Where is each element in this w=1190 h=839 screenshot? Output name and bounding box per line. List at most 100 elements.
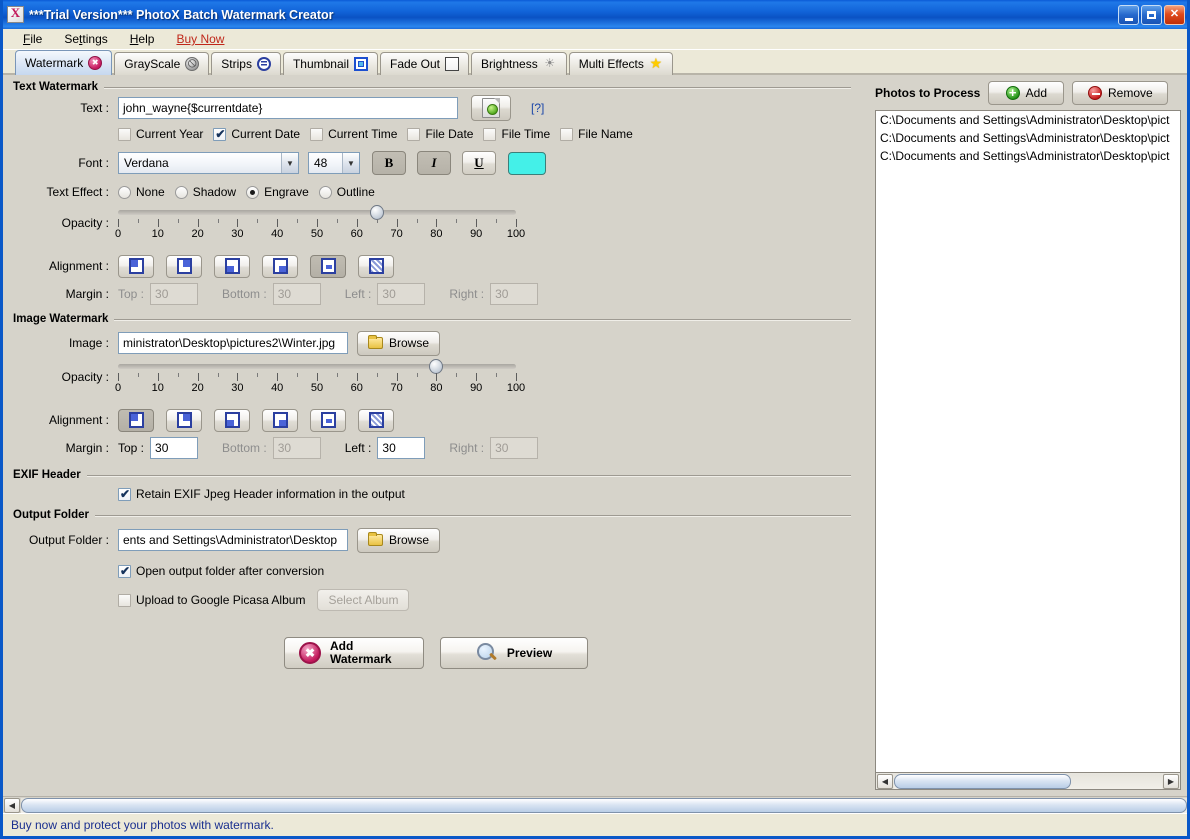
list-item[interactable]: C:\Documents and Settings\Administrator\… — [876, 129, 1180, 147]
slider-tick-label: 20 — [191, 228, 204, 240]
slider-tick-label: 90 — [470, 382, 483, 394]
add-photos-button[interactable]: Add — [988, 81, 1065, 105]
image-margin-right-input[interactable]: 30 — [490, 437, 539, 459]
tab-multi-effects[interactable]: Multi Effects — [568, 52, 673, 75]
slider-tick-label: 40 — [271, 228, 284, 240]
tab-brightness[interactable]: Brightness — [471, 52, 567, 75]
image-align-center-button[interactable] — [310, 408, 346, 432]
image-margin-top-input[interactable]: 30 — [150, 437, 199, 459]
checkbox-upload-picasa[interactable]: Upload to Google Picasa Album — [118, 593, 305, 607]
preview-button[interactable]: Preview — [440, 637, 588, 669]
image-margin-left-input[interactable]: 30 — [377, 437, 426, 459]
image-margin-bottom-input[interactable]: 30 — [272, 437, 321, 459]
tab-watermark[interactable]: Watermark — [15, 50, 113, 75]
image-align-top-left-button[interactable] — [118, 408, 154, 432]
radio-effect-none[interactable]: None — [118, 185, 165, 199]
menu-item-settings[interactable]: Settings — [54, 30, 117, 48]
checkbox-current-year[interactable]: Current Year — [118, 127, 203, 141]
menu-item-buy-now[interactable]: Buy Now — [166, 30, 234, 48]
photos-list[interactable]: C:\Documents and Settings\Administrator\… — [875, 110, 1181, 773]
scrollbar-trough[interactable] — [21, 797, 1187, 813]
slider-tick-label: 20 — [191, 382, 204, 394]
scroll-left-arrow-icon[interactable]: ◀ — [877, 773, 893, 789]
list-item[interactable]: C:\Documents and Settings\Administrator\… — [876, 147, 1180, 165]
add-icon — [1005, 86, 1020, 100]
slider-tick-labels: 0 10 20 30 40 50 60 70 80 90 100 — [115, 228, 525, 242]
scroll-left-arrow-icon[interactable]: ◀ — [4, 797, 20, 813]
text-alignment-label: Alignment : — [48, 259, 109, 273]
align-top-left-button[interactable] — [118, 254, 154, 278]
menu-item-help[interactable]: Help — [120, 30, 165, 48]
align-tile-icon — [368, 258, 384, 274]
checkbox-retain-exif[interactable]: Retain EXIF Jpeg Header information in t… — [118, 487, 405, 501]
image-align-bottom-left-button[interactable] — [214, 408, 250, 432]
chevron-down-icon: ▼ — [342, 153, 359, 173]
sad-face-icon — [88, 56, 103, 70]
image-browse-button[interactable]: Browse — [357, 330, 441, 356]
font-size-select[interactable]: 48 ▼ — [308, 152, 360, 174]
radio-effect-outline[interactable]: Outline — [318, 185, 375, 199]
maximize-button[interactable] — [1141, 4, 1162, 25]
image-align-bottom-right-button[interactable] — [262, 408, 298, 432]
align-tile-button[interactable] — [358, 254, 394, 278]
scrollbar-trough[interactable] — [894, 773, 1162, 789]
watermark-text-input[interactable]: john_wayne{$currentdate} — [118, 97, 458, 119]
text-color-swatch[interactable] — [508, 151, 546, 175]
slider-tick-label: 0 — [114, 382, 122, 394]
radio-effect-engrave[interactable]: Engrave — [246, 185, 309, 199]
tab-fade-out[interactable]: Fade Out — [379, 52, 470, 75]
photos-horizontal-scrollbar[interactable]: ◀ ▶ — [875, 773, 1181, 790]
slider-knob[interactable] — [369, 205, 384, 220]
slider-knob[interactable] — [429, 359, 444, 374]
checkbox-file-name[interactable]: File Name — [560, 127, 633, 141]
slider-tick-label: 50 — [310, 382, 324, 394]
help-link[interactable]: [?] — [531, 101, 544, 115]
align-bottom-left-button[interactable] — [214, 254, 250, 278]
tab-strips[interactable]: Strips — [211, 52, 281, 75]
image-align-top-right-button[interactable] — [166, 408, 202, 432]
output-browse-button[interactable]: Browse — [357, 527, 441, 553]
align-top-right-button[interactable] — [166, 254, 202, 278]
checkbox-current-date[interactable]: Current Date — [213, 127, 300, 141]
tab-thumbnail[interactable]: Thumbnail — [282, 52, 378, 75]
image-margin-bottom-label: Bottom : — [222, 441, 267, 455]
add-watermark-button[interactable]: Add Watermark — [284, 637, 424, 669]
radio-effect-shadow[interactable]: Shadow — [174, 185, 236, 199]
checkbox-open-output-folder[interactable]: Open output folder after conversion — [118, 564, 324, 578]
text-margin-left-input[interactable]: 30 — [377, 283, 426, 305]
output-folder-input[interactable]: ents and Settings\Administrator\Desktop — [118, 529, 348, 551]
align-bottom-right-button[interactable] — [262, 254, 298, 278]
bold-button[interactable]: B — [372, 151, 406, 175]
text-margin-bottom-input[interactable]: 30 — [272, 283, 321, 305]
text-opacity-slider[interactable]: 0 10 20 30 40 50 60 70 80 90 100 — [115, 205, 525, 249]
align-center-button[interactable] — [310, 254, 346, 278]
tab-grayscale[interactable]: GrayScale — [114, 52, 210, 75]
text-margin-right-input[interactable]: 30 — [490, 283, 539, 305]
menu-item-file[interactable]: File — [13, 30, 52, 48]
checkbox-current-time[interactable]: Current Time — [310, 127, 397, 141]
close-button[interactable]: ✕ — [1164, 4, 1185, 25]
scrollbar-thumb[interactable] — [21, 797, 1187, 813]
font-size-value: 48 — [314, 156, 328, 170]
magnifier-icon — [476, 642, 498, 664]
underline-button[interactable]: U — [462, 151, 496, 175]
checkbox-box — [213, 127, 227, 141]
checkbox-file-date[interactable]: File Date — [407, 127, 473, 141]
checkbox-file-time[interactable]: File Time — [483, 127, 550, 141]
image-opacity-slider[interactable]: 0 10 20 30 40 50 60 70 80 90 100 — [114, 359, 525, 403]
text-margin-top-input[interactable]: 30 — [150, 283, 199, 305]
remove-photos-button[interactable]: Remove — [1072, 81, 1169, 105]
scrollbar-thumb[interactable] — [894, 773, 1071, 789]
minimize-button[interactable] — [1118, 4, 1139, 25]
image-path-input[interactable]: ministrator\Desktop\pictures2\Winter.jpg — [118, 332, 348, 354]
output-section-header: Output Folder — [3, 509, 869, 521]
select-album-button[interactable]: Select Album — [317, 589, 410, 611]
scroll-right-arrow-icon[interactable]: ▶ — [1163, 773, 1179, 789]
window-horizontal-scrollbar[interactable]: ◀ — [3, 796, 1187, 813]
load-text-file-button[interactable] — [471, 95, 511, 121]
font-family-select[interactable]: Verdana ▼ — [118, 152, 299, 174]
list-item[interactable]: C:\Documents and Settings\Administrator\… — [876, 111, 1180, 129]
italic-button[interactable]: I — [417, 151, 451, 175]
remove-icon — [1088, 86, 1103, 100]
image-align-tile-button[interactable] — [358, 408, 394, 432]
